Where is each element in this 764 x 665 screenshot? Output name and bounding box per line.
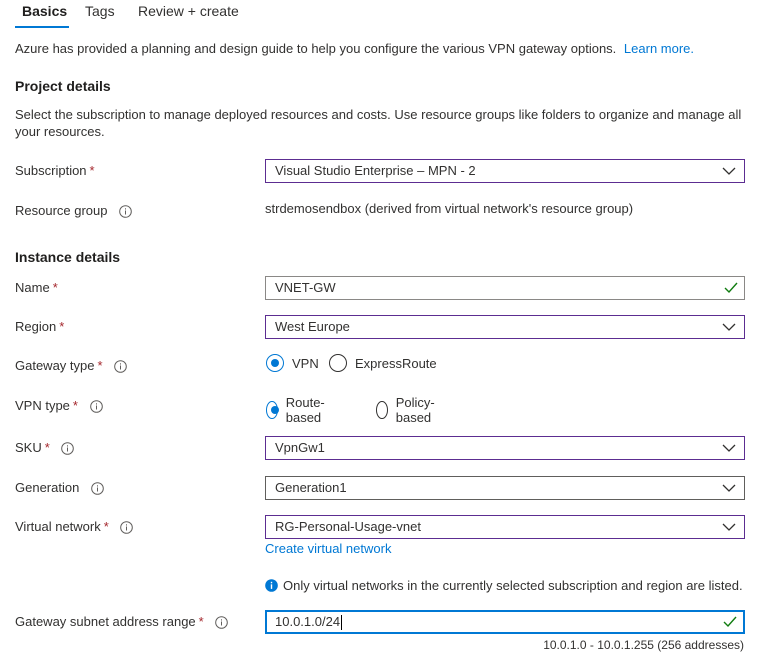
radio-selected-icon xyxy=(266,401,279,419)
subscription-value: Visual Studio Enterprise – MPN - 2 xyxy=(275,163,476,178)
project-description-line1: Select the subscription to manage deploy… xyxy=(15,107,742,122)
chevron-down-icon xyxy=(722,167,736,175)
checkmark-icon xyxy=(723,616,737,628)
generation-dropdown[interactable]: Generation1 xyxy=(265,476,745,500)
text-caret xyxy=(341,615,343,631)
checkmark-icon xyxy=(724,282,738,294)
vpn-type-label: VPN type * xyxy=(15,398,103,413)
create-virtual-network-link[interactable]: Create virtual network xyxy=(265,540,391,557)
subscription-dropdown[interactable]: Visual Studio Enterprise – MPN - 2 xyxy=(265,159,745,183)
info-icon[interactable] xyxy=(89,400,103,413)
vpn-type-route-based-radio[interactable]: Route-based xyxy=(266,395,331,425)
info-icon[interactable] xyxy=(215,616,229,629)
gateway-type-expressroute-radio[interactable]: ExpressRoute xyxy=(329,354,437,372)
info-icon[interactable] xyxy=(114,360,127,373)
virtual-network-dropdown[interactable]: RG-Personal-Usage-vnet xyxy=(265,515,745,539)
gateway-subnet-label: Gateway subnet address range * xyxy=(15,614,229,629)
info-icon[interactable] xyxy=(119,205,132,218)
resource-group-value: strdemosendbox (derived from virtual net… xyxy=(265,201,634,216)
tab-basics[interactable]: Basics xyxy=(22,3,67,19)
gateway-type-vpn-radio[interactable]: VPN xyxy=(266,354,319,372)
chevron-down-icon xyxy=(722,523,736,531)
tab-tags[interactable]: Tags xyxy=(85,3,115,19)
gateway-subnet-input[interactable]: 10.0.1.0/24 xyxy=(265,610,745,634)
intro-text: Azure has provided a planning and design… xyxy=(15,41,695,56)
learn-more-link[interactable]: Learn more. xyxy=(624,41,694,56)
sku-dropdown[interactable]: VpnGw1 xyxy=(265,436,745,460)
project-details-heading: Project details xyxy=(15,78,111,94)
gateway-type-label: Gateway type * xyxy=(15,358,127,373)
project-description-line2: your resources. xyxy=(15,124,105,139)
vpn-type-policy-based-radio[interactable]: Policy-based xyxy=(376,395,441,425)
generation-label: Generation xyxy=(15,480,104,495)
chevron-down-icon xyxy=(722,323,736,331)
subscription-label: Subscription * xyxy=(15,163,95,178)
info-icon[interactable] xyxy=(91,482,104,495)
info-icon[interactable] xyxy=(61,442,75,455)
sku-label: SKU * xyxy=(15,440,75,455)
resource-group-label: Resource group xyxy=(15,203,132,218)
virtual-network-label: Virtual network * xyxy=(15,519,134,534)
subnet-info-note: Only virtual networks in the currently s… xyxy=(265,577,743,594)
region-label: Region * xyxy=(15,319,65,334)
tab-review-create[interactable]: Review + create xyxy=(138,3,239,19)
region-dropdown[interactable]: West Europe xyxy=(265,315,745,339)
radio-unselected-icon xyxy=(376,401,388,419)
chevron-down-icon xyxy=(722,484,736,492)
active-tab-indicator xyxy=(15,26,69,28)
info-icon[interactable] xyxy=(120,521,134,534)
radio-unselected-icon xyxy=(329,354,347,372)
instance-details-heading: Instance details xyxy=(15,249,121,265)
radio-selected-icon xyxy=(266,354,284,372)
name-input[interactable]: VNET-GW xyxy=(265,276,745,300)
chevron-down-icon xyxy=(722,444,736,452)
info-filled-icon xyxy=(265,579,278,592)
tab-bar: Basics Tags Review + create xyxy=(0,0,764,30)
name-label: Name * xyxy=(15,280,58,295)
address-range-hint: 10.0.1.0 - 10.0.1.255 (256 addresses) xyxy=(543,638,744,652)
